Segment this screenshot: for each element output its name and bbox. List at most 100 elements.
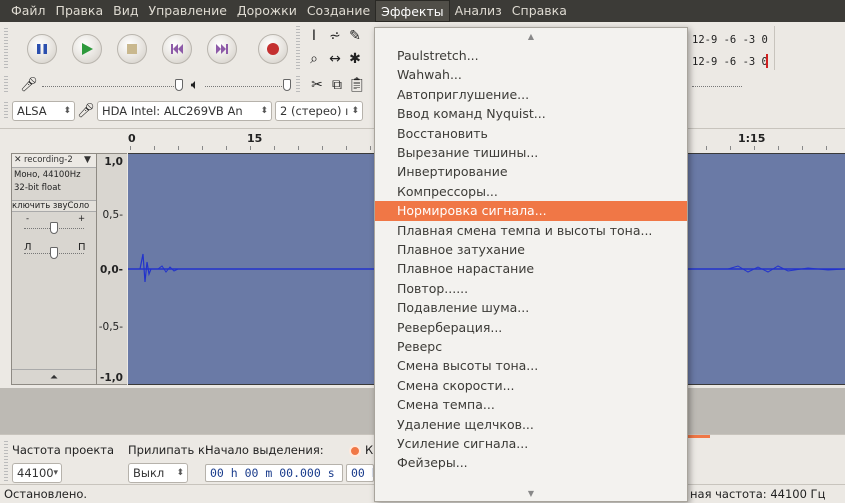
mixer-grip[interactable] bbox=[4, 76, 8, 94]
effects-menu-item[interactable]: Автоприглушение... bbox=[375, 85, 687, 104]
effects-menu-item[interactable]: Удаление щелчков... bbox=[375, 415, 687, 434]
input-volume-knob[interactable] bbox=[175, 79, 183, 91]
spin-arrows-icon: ⬍ bbox=[176, 468, 184, 478]
project-rate-label: Частота проекта bbox=[12, 443, 115, 457]
selection-grip[interactable] bbox=[4, 441, 8, 481]
output-volume-slider[interactable] bbox=[205, 86, 290, 87]
scroll-up-icon[interactable]: ▲ bbox=[375, 28, 687, 46]
scale-label-minus-0-5: -0,5- bbox=[98, 321, 123, 333]
effects-menu-item[interactable]: Нормировка сигнала... bbox=[375, 201, 687, 221]
effects-menu-item[interactable]: Плавное затухание bbox=[375, 240, 687, 259]
pan-knob[interactable] bbox=[50, 247, 58, 259]
draw-tool-icon[interactable]: ✎ bbox=[346, 27, 364, 45]
menu-analyze[interactable]: Анализ bbox=[450, 0, 507, 22]
input-volume-slider[interactable] bbox=[42, 86, 182, 87]
skip-start-button[interactable] bbox=[162, 34, 192, 64]
menu-generate[interactable]: Создание bbox=[302, 0, 375, 22]
spin-arrows-icon: ⬍ bbox=[260, 106, 268, 116]
selection-start-field[interactable]: 00 h 00 m 00.000 s bbox=[205, 464, 343, 482]
selection-end-field[interactable]: 00 h bbox=[346, 464, 374, 482]
zoom-tool-icon[interactable]: ⌕ bbox=[305, 50, 323, 68]
audio-host-select[interactable]: ALSA ⬍ bbox=[12, 101, 75, 121]
scale-label-0: 0,0- bbox=[100, 264, 123, 276]
playback-speed-slider[interactable] bbox=[692, 86, 742, 87]
vertical-scale[interactable]: 1,0 0,5- 0,0- -0,5- -1,0 bbox=[97, 153, 127, 385]
pause-icon bbox=[37, 44, 47, 54]
effects-menu-item[interactable]: Реверс bbox=[375, 337, 687, 356]
track-name-menu[interactable]: recording-2 bbox=[24, 154, 73, 167]
effects-menu-item[interactable]: Смена темпа... bbox=[375, 395, 687, 414]
effects-menu-item[interactable]: Повтор...... bbox=[375, 279, 687, 298]
snap-to-label: Прилипать к: bbox=[128, 443, 209, 457]
gain-knob[interactable] bbox=[50, 222, 58, 234]
effects-menu-item[interactable]: Плавная смена темпа и высоты тона... bbox=[375, 221, 687, 240]
record-meter-scale[interactable]: 12-9 -6 -3 0 bbox=[692, 56, 768, 68]
stop-button[interactable] bbox=[117, 34, 147, 64]
spin-arrows-icon: ⬍ bbox=[351, 106, 359, 116]
menu-file[interactable]: Файл bbox=[6, 0, 51, 22]
skip-end-icon bbox=[216, 44, 228, 54]
effects-menu-item[interactable]: Смена высоты тона... bbox=[375, 356, 687, 375]
meter-level-indicator bbox=[766, 54, 768, 68]
stop-icon bbox=[127, 44, 137, 54]
paste-icon[interactable]: 📋︎ bbox=[348, 76, 366, 94]
multi-tool-icon[interactable]: ✱ bbox=[346, 50, 364, 68]
playback-meter-scale[interactable]: 12-9 -6 -3 0 bbox=[692, 34, 768, 46]
skip-end-button[interactable] bbox=[207, 34, 237, 64]
menu-effects[interactable]: Эффекты bbox=[375, 0, 450, 22]
effects-menu-item[interactable]: Инвертирование bbox=[375, 162, 687, 181]
effects-menu-item[interactable]: Ввод команд Nyquist... bbox=[375, 104, 687, 123]
effects-menu-item[interactable]: Фейзеры... bbox=[375, 453, 687, 472]
cut-icon[interactable]: ✂ bbox=[308, 76, 326, 94]
menu-transport[interactable]: Управление bbox=[143, 0, 231, 22]
menu-edit[interactable]: Правка bbox=[51, 0, 109, 22]
toolbar-separator bbox=[774, 26, 775, 70]
envelope-tool-icon[interactable]: ⩫ bbox=[326, 27, 344, 45]
track-bitdepth-info: 32-bit float bbox=[14, 183, 61, 193]
effects-menu-item[interactable]: Компрессоры... bbox=[375, 182, 687, 201]
copy-icon[interactable]: ⧉ bbox=[328, 76, 346, 94]
close-track-icon[interactable]: ✕ bbox=[14, 154, 22, 167]
radio-button[interactable] bbox=[349, 445, 361, 457]
scroll-down-icon[interactable]: ▼ bbox=[375, 485, 687, 503]
effects-menu: ▲ Paulstretch... Wahwah... Автоприглушение… bbox=[374, 27, 688, 502]
effects-menu-item[interactable]: Вырезание тишины... bbox=[375, 143, 687, 162]
scale-label-minus-1: -1,0 bbox=[100, 372, 123, 384]
status-text-right: ная частота: 44100 Гц bbox=[690, 487, 826, 501]
radio-label: К bbox=[365, 443, 374, 457]
input-device-select[interactable]: HDA Intel: ALC269VB An ⬍ bbox=[97, 101, 272, 121]
collapse-track-icon[interactable]: ⏶ bbox=[12, 369, 96, 384]
pause-button[interactable] bbox=[27, 34, 57, 64]
effects-menu-item[interactable]: Смена скорости... bbox=[375, 376, 687, 395]
edit-grip[interactable] bbox=[296, 76, 300, 94]
track-menu-arrow-icon[interactable]: ▼ bbox=[84, 154, 91, 167]
output-volume-knob[interactable] bbox=[283, 79, 291, 91]
selection-tool-icon[interactable]: I bbox=[305, 27, 323, 45]
toolbar-grip[interactable] bbox=[4, 28, 8, 68]
menu-help[interactable]: Справка bbox=[507, 0, 572, 22]
ruler-label-15: 15 bbox=[247, 132, 263, 145]
effects-menu-item[interactable]: Плавное нарастание bbox=[375, 259, 687, 278]
tools-grip[interactable] bbox=[296, 26, 300, 70]
menu-view[interactable]: Вид bbox=[108, 0, 143, 22]
menu-tracks[interactable]: Дорожки bbox=[232, 0, 302, 22]
record-button[interactable] bbox=[258, 34, 288, 64]
microphone-icon: 🎤︎ bbox=[20, 77, 38, 93]
effects-menu-item[interactable]: Восстановить bbox=[375, 124, 687, 143]
effects-menu-item[interactable]: Реверберация... bbox=[375, 318, 687, 337]
device-grip[interactable] bbox=[4, 102, 8, 120]
play-button[interactable] bbox=[72, 34, 102, 64]
effects-menu-item[interactable]: Wahwah... bbox=[375, 65, 687, 84]
mute-solo-buttons[interactable]: ключить звуСоло bbox=[12, 200, 96, 212]
snap-to-select[interactable]: Выкл ⬍ bbox=[128, 463, 188, 483]
gain-minus-label: - bbox=[26, 214, 30, 224]
scale-label-0-5: 0,5- bbox=[102, 209, 124, 221]
snap-to-value: Выкл bbox=[133, 466, 165, 480]
effects-menu-item[interactable]: Paulstretch... bbox=[375, 46, 687, 65]
spin-arrows-icon: ⬍ bbox=[63, 106, 71, 116]
timeshift-tool-icon[interactable]: ↔ bbox=[326, 50, 344, 68]
effects-menu-item[interactable]: Усиление сигнала... bbox=[375, 434, 687, 453]
effects-menu-item[interactable]: Подавление шума... bbox=[375, 298, 687, 317]
channels-select[interactable]: 2 (стерео) ı ⬍ bbox=[275, 101, 363, 121]
project-rate-select[interactable]: 44100 ▾ bbox=[12, 463, 62, 483]
